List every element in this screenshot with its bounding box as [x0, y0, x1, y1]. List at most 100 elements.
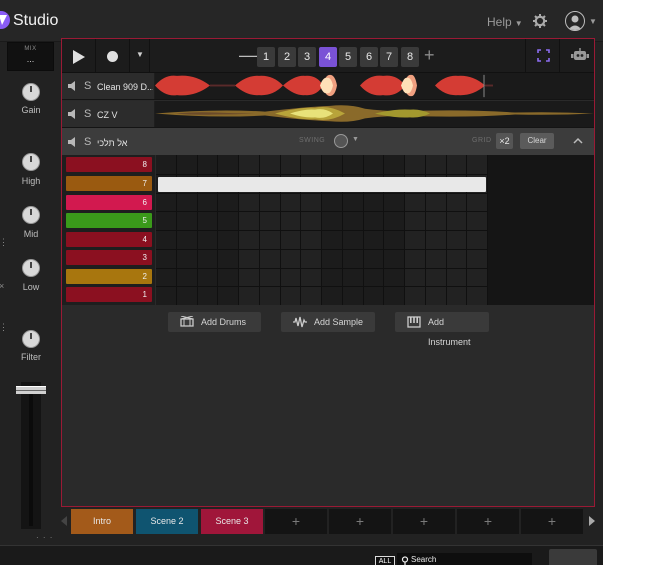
- play-icon[interactable]: [73, 50, 85, 64]
- gear-icon[interactable]: [533, 14, 547, 28]
- note-row-7[interactable]: [158, 177, 486, 192]
- add-pattern-button[interactable]: +: [424, 45, 435, 66]
- pad-7[interactable]: 7: [66, 176, 152, 191]
- grid-label: GRID: [472, 137, 492, 144]
- high-label: High: [21, 176, 41, 186]
- grid-resolution-button[interactable]: ×2: [496, 133, 513, 149]
- waveform[interactable]: [155, 101, 594, 127]
- pattern-button-8[interactable]: 8: [401, 47, 419, 67]
- step-grid-inactive: [488, 155, 594, 305]
- add-instrument-label: Add Instrument: [428, 317, 471, 347]
- pad-4[interactable]: 4: [66, 232, 152, 247]
- low-knob[interactable]: [22, 259, 40, 277]
- pad-2[interactable]: 2: [66, 269, 152, 284]
- pattern-button-7[interactable]: 7: [380, 47, 398, 67]
- add-scene-button[interactable]: +: [393, 509, 455, 534]
- step-row-divider: [156, 267, 488, 269]
- swing-knob[interactable]: [334, 134, 348, 148]
- track-name[interactable]: CZ V: [97, 110, 153, 120]
- pattern-button-4[interactable]: 4: [319, 47, 337, 67]
- high-knob[interactable]: [22, 153, 40, 171]
- chevron-down-icon[interactable]: ▼: [352, 136, 359, 143]
- mix-display: MIX ...: [7, 42, 54, 71]
- clear-button[interactable]: Clear: [520, 133, 554, 149]
- remove-pattern-button[interactable]: —: [239, 46, 257, 64]
- scene-scroll-right[interactable]: [589, 516, 595, 526]
- add-scene-button[interactable]: +: [265, 509, 327, 534]
- pad-5[interactable]: 5: [66, 213, 152, 228]
- speaker-icon[interactable]: [68, 137, 78, 147]
- studio-app: Studio Help ▼ ▼ MIX ... Gain High Mid Lo…: [0, 0, 603, 565]
- speaker-icon[interactable]: [68, 109, 78, 119]
- pad-6[interactable]: 6: [66, 195, 152, 210]
- divider: [559, 39, 560, 73]
- help-label: Help: [487, 15, 512, 29]
- library-panel-toggle[interactable]: [549, 549, 597, 565]
- add-scene-button[interactable]: +: [329, 509, 391, 534]
- app-title: Studio: [13, 12, 59, 29]
- search-icon: [401, 556, 409, 565]
- sequencer-header: S אל תלכי SWING ▼ GRID ×2 Clear: [62, 128, 594, 155]
- low-label: Low: [22, 282, 40, 292]
- fullscreen-icon[interactable]: [537, 49, 550, 62]
- track-name[interactable]: Clean 909 D...: [97, 82, 153, 92]
- add-sample-button[interactable]: Add Sample: [281, 312, 375, 332]
- scene-bar: Intro Scene 2 Scene 3 + + + + +: [61, 508, 601, 535]
- add-drums-button[interactable]: Add Drums: [168, 312, 261, 332]
- step-row-divider: [156, 230, 488, 231]
- drum-icon: [180, 316, 194, 327]
- library-filter-all[interactable]: ALL: [375, 556, 395, 565]
- scene-scroll-left[interactable]: [61, 516, 67, 526]
- volume-fader-handle[interactable]: [16, 386, 46, 394]
- scene-intro[interactable]: Intro: [71, 509, 133, 534]
- add-drums-label: Add Drums: [201, 317, 247, 327]
- edge-handle: ⋮: [0, 322, 8, 332]
- pattern-button-6[interactable]: 6: [360, 47, 378, 67]
- user-avatar[interactable]: [565, 11, 585, 31]
- pad-1[interactable]: 1: [66, 287, 152, 302]
- chevron-down-icon: ▼: [514, 19, 523, 28]
- solo-button[interactable]: S: [84, 108, 91, 120]
- chevron-up-icon[interactable]: [572, 135, 584, 147]
- scene-3[interactable]: Scene 3: [201, 509, 263, 534]
- keyboard-icon: [407, 316, 421, 328]
- chevron-down-icon[interactable]: ▼: [589, 17, 597, 26]
- scene-2[interactable]: Scene 2: [136, 509, 198, 534]
- sequencer-panel: ▼ — 1 2 3 4 5 6 7 8 + S Clean 909 D... S…: [61, 38, 595, 507]
- gain-knob[interactable]: [22, 83, 40, 101]
- mixer-more-button[interactable]: · · ·: [36, 533, 53, 542]
- track-header: S CZ V: [62, 101, 154, 127]
- help-menu[interactable]: Help ▼: [487, 15, 523, 29]
- add-scene-button[interactable]: +: [457, 509, 519, 534]
- step-row-divider: [156, 192, 488, 194]
- record-icon[interactable]: [107, 51, 118, 62]
- add-sample-label: Add Sample: [314, 317, 364, 327]
- add-instrument-button[interactable]: Add Instrument: [395, 312, 489, 347]
- pattern-button-3[interactable]: 3: [298, 47, 316, 67]
- track-name[interactable]: אל תלכי: [97, 138, 153, 148]
- track-header: S Clean 909 D...: [62, 73, 154, 99]
- solo-button[interactable]: S: [84, 136, 91, 148]
- divider: [525, 39, 526, 73]
- track-row: S CZ V: [62, 101, 594, 128]
- speaker-icon[interactable]: [68, 81, 78, 91]
- pattern-button-2[interactable]: 2: [278, 47, 296, 67]
- transport-bar: ▼ — 1 2 3 4 5 6 7 8 +: [62, 39, 594, 73]
- pad-3[interactable]: 3: [66, 250, 152, 265]
- filter-knob[interactable]: [22, 330, 40, 348]
- add-scene-button[interactable]: +: [521, 509, 583, 534]
- mid-label: Mid: [23, 229, 39, 239]
- solo-button[interactable]: S: [84, 80, 91, 92]
- robot-icon[interactable]: [571, 47, 589, 63]
- pad-8[interactable]: 8: [66, 157, 152, 172]
- mix-value: ...: [26, 54, 35, 64]
- library-bar: ALL Search: [0, 545, 603, 565]
- pattern-button-5[interactable]: 5: [339, 47, 357, 67]
- pattern-button-1[interactable]: 1: [257, 47, 275, 67]
- logo-icon[interactable]: [0, 11, 10, 29]
- waveform[interactable]: [155, 73, 594, 99]
- chevron-down-icon[interactable]: ▼: [136, 50, 144, 59]
- mid-knob[interactable]: [22, 206, 40, 224]
- step-row-divider: [156, 211, 488, 213]
- library-search-input[interactable]: Search: [397, 553, 532, 565]
